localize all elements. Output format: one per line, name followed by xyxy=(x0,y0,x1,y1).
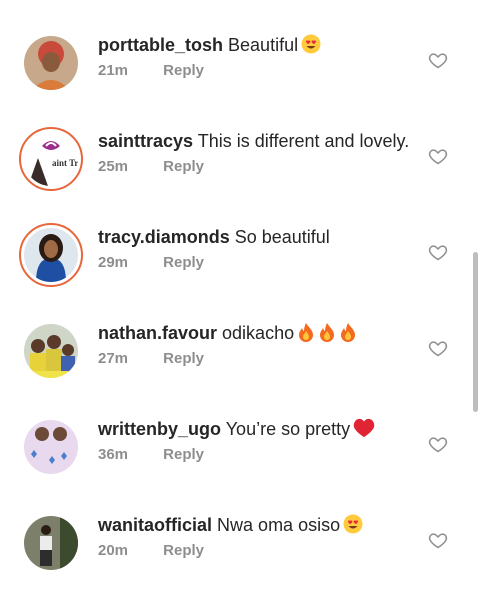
heart-outline-icon[interactable] xyxy=(428,242,448,262)
reply-button[interactable]: Reply xyxy=(163,62,204,79)
fire-emoji-icon xyxy=(318,322,336,347)
comment-text: Nwa oma osiso xyxy=(217,515,341,535)
heart-outline-icon[interactable] xyxy=(428,50,448,70)
heart-outline-icon[interactable] xyxy=(428,338,448,358)
heart-outline-icon[interactable] xyxy=(428,530,448,550)
comment-item: nathan.favour odikacho 27m Reply xyxy=(0,316,480,412)
username[interactable]: porttable_tosh xyxy=(98,35,223,55)
comment-text: So beautiful xyxy=(234,227,330,247)
username[interactable]: wanitaofficial xyxy=(98,515,212,535)
fire-emoji-icon xyxy=(297,322,315,347)
avatar[interactable] xyxy=(24,516,78,570)
username[interactable]: sainttracys xyxy=(98,131,193,151)
comment-time: 20m xyxy=(98,542,129,559)
comment-item: porttable_tosh Beautiful 21m Reply xyxy=(0,28,480,124)
comment-item: writtenby_ugo You’re so pretty 36m Reply xyxy=(0,412,480,508)
comment-text: odikacho xyxy=(222,323,295,343)
comment-time: 25m xyxy=(98,158,129,175)
reply-button[interactable]: Reply xyxy=(163,542,204,559)
comment-text: You’re so pretty xyxy=(225,419,351,439)
username[interactable]: tracy.diamonds xyxy=(98,227,230,247)
comment-time: 21m xyxy=(98,62,129,79)
red-heart-emoji-icon xyxy=(353,418,375,443)
comment-item: wanitaofficial Nwa oma osiso 20m Reply xyxy=(0,508,480,604)
username[interactable]: writtenby_ugo xyxy=(98,419,221,439)
heart-eyes-emoji-icon xyxy=(343,514,363,539)
reply-button[interactable]: Reply xyxy=(163,350,204,367)
reply-button[interactable]: Reply xyxy=(163,254,204,271)
comment-time: 29m xyxy=(98,254,129,271)
scrollbar[interactable] xyxy=(473,252,478,412)
comment-item: aint Tra sainttracys This is different a… xyxy=(0,124,480,220)
avatar[interactable] xyxy=(24,420,78,474)
username[interactable]: nathan.favour xyxy=(98,323,217,343)
avatar[interactable] xyxy=(24,36,78,90)
avatar[interactable] xyxy=(24,324,78,378)
comment-text: Beautiful xyxy=(228,35,299,55)
avatar-text: aint Tra xyxy=(52,158,78,168)
reply-button[interactable]: Reply xyxy=(163,446,204,463)
avatar[interactable]: aint Tra xyxy=(19,127,83,191)
fire-emoji-icon xyxy=(339,322,357,347)
comment-item: tracy.diamonds So beautiful 29m Reply xyxy=(0,220,480,316)
reply-button[interactable]: Reply xyxy=(163,158,204,175)
comment-text: This is different and lovely. xyxy=(197,131,410,151)
heart-outline-icon[interactable] xyxy=(428,146,448,166)
comment-time: 27m xyxy=(98,350,129,367)
heart-eyes-emoji-icon xyxy=(301,34,321,59)
comment-time: 36m xyxy=(98,446,129,463)
heart-outline-icon[interactable] xyxy=(428,434,448,454)
avatar[interactable] xyxy=(19,223,83,287)
